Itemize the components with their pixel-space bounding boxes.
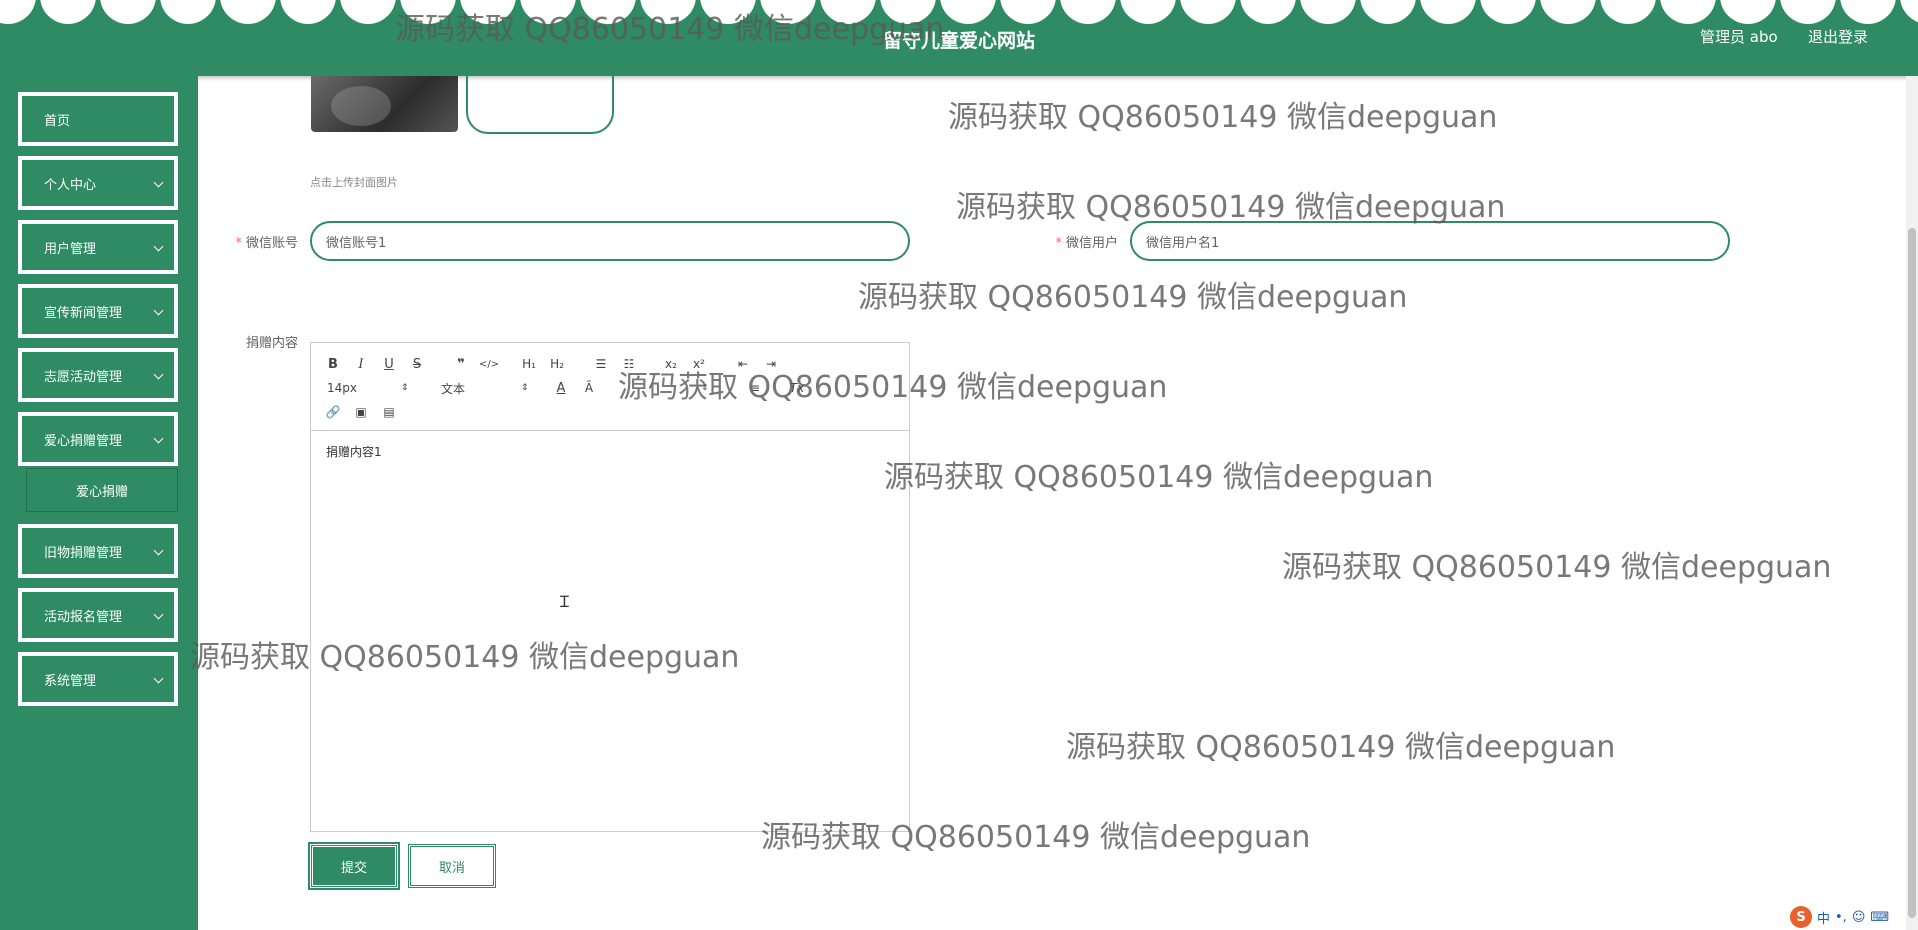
watermark-text: 源码获取 QQ86050149 微信deepguan [884,460,1434,495]
header-scallop-decoration [0,0,1918,24]
image-icon[interactable]: ▣ [351,402,371,422]
wechat-account-label: * 微信账号 [228,232,298,251]
font-family-select[interactable]: ⇕ [611,378,711,398]
current-user-label: 管理员 abo [1700,28,1778,46]
sogou-logo-icon: S [1790,906,1812,928]
image-upload-box[interactable] [466,70,614,134]
watermark-text: 源码获取 QQ86050149 微信deepguan [858,280,1408,315]
editor-toolbar: B I U S ❞ </> H₁ H₂ ☰ ☷ x₂ x² ⇤ ⇥ 14px ⇕… [311,343,909,431]
watermark-text: 源码获取 QQ86050149 微信deepguan [956,190,1506,225]
indent-icon[interactable]: ⇥ [761,354,781,374]
font-color-icon[interactable]: A [551,378,571,398]
site-title: 留守儿童爱心网站 [882,30,1035,52]
sidebar-subitem-label: 爱心捐赠 [75,484,128,500]
strike-icon[interactable]: S [407,354,427,374]
punctuation-icon: •, [1835,909,1847,925]
header-2-icon[interactable]: H₂ [547,354,567,374]
chevron-down-icon [153,305,164,316]
bold-icon[interactable]: B [323,354,343,374]
italic-icon[interactable]: I [351,354,371,374]
donation-content-label: 捐赠内容 [245,336,298,351]
video-icon[interactable]: ▤ [379,402,399,422]
align-icon[interactable]: ≡ [745,378,765,398]
watermark-text: 源码获取 QQ86050149 微信deepguan [1282,550,1832,585]
chevron-down-icon [153,177,164,188]
sidebar-item-volunteer-management[interactable]: 志愿活动管理 [18,348,178,402]
sidebar-item-label: 爱心捐赠管理 [44,433,123,449]
background-color-icon[interactable]: Ā [579,378,599,398]
chevron-down-icon [153,241,164,252]
sidebar-item-personal-center[interactable]: 个人中心 [18,156,178,210]
wechat-user-input[interactable] [1130,221,1730,261]
superscript-icon[interactable]: x² [689,354,709,374]
sidebar-item-news-management[interactable]: 宣传新闻管理 [18,284,178,338]
outdent-icon[interactable]: ⇤ [733,354,753,374]
chevron-down-icon [153,433,164,444]
chevron-down-icon [153,673,164,684]
chevron-down-icon [153,545,164,556]
scrollbar-thumb[interactable] [1908,228,1916,918]
header-1-icon[interactable]: H₁ [519,354,539,374]
underline-icon[interactable]: U [379,354,399,374]
logout-link[interactable]: 退出登录 [1808,26,1868,47]
wechat-account-label-text: 微信账号 [245,236,298,251]
sidebar-item-label: 旧物捐赠管理 [44,545,123,561]
sidebar-item-label: 用户管理 [44,241,97,257]
sidebar-item-home[interactable]: 首页 [18,92,178,146]
sidebar-item-system-management[interactable]: 系统管理 [18,652,178,706]
code-block-icon[interactable]: </> [479,354,499,374]
upload-tip: 点击上传封面图片 [310,176,398,189]
cover-image-preview[interactable] [311,76,458,132]
sidebar-item-signup-management[interactable]: 活动报名管理 [18,588,178,642]
sidebar-item-donation-management[interactable]: 爱心捐赠管理 [18,412,178,466]
ime-mode-label: 中 [1817,911,1831,927]
font-size-value: 14px [327,381,357,395]
cancel-button[interactable]: 取消 [408,844,496,888]
sidebar-item-label: 志愿活动管理 [44,369,123,385]
text-type-select[interactable]: 文本 ⇕ [441,378,531,398]
top-header: 留守儿童爱心网站 管理员 abo 退出登录 [0,0,1918,76]
sidebar-item-label: 活动报名管理 [44,609,123,625]
font-size-select[interactable]: 14px ⇕ [327,378,411,398]
wechat-account-input[interactable] [310,221,910,261]
blockquote-icon[interactable]: ❞ [451,354,471,374]
sidebar-item-label: 首页 [44,113,71,129]
keyboard-icon: ⌨ [1870,909,1890,925]
submit-button[interactable]: 提交 [308,842,400,890]
bullet-list-icon[interactable]: ☷ [619,354,639,374]
sidebar: 首页 个人中心 用户管理 宣传新闻管理 志愿活动管理 爱心捐赠管理 爱心捐赠 旧… [0,76,198,930]
cover-image-figure [331,86,391,126]
required-asterisk: * [235,236,242,251]
select-arrow-icon: ⇕ [701,383,709,393]
rich-text-editor[interactable]: B I U S ❞ </> H₁ H₂ ☰ ☷ x₂ x² ⇤ ⇥ 14px ⇕… [310,342,910,832]
chevron-down-icon [153,609,164,620]
subscript-icon[interactable]: x₂ [661,354,681,374]
select-arrow-icon: ⇕ [401,383,409,393]
required-asterisk: * [1055,236,1062,251]
text-cursor-icon: Ɪ [560,592,569,611]
chevron-down-icon [153,369,164,380]
sidebar-item-user-management[interactable]: 用户管理 [18,220,178,274]
editor-text[interactable]: 捐赠内容1 [326,443,382,460]
sidebar-item-used-goods-management[interactable]: 旧物捐赠管理 [18,524,178,578]
sidebar-subitem-donation[interactable]: 爱心捐赠 [26,468,178,512]
sidebar-item-label: 个人中心 [44,177,97,193]
wechat-user-label-text: 微信用户 [1065,236,1118,251]
link-icon[interactable]: 🔗 [323,402,343,422]
ime-toolbar[interactable]: S 中 •, ☺ ⌨ [1790,904,1918,930]
wechat-user-label: * 微信用户 [1050,232,1118,251]
text-type-value: 文本 [441,381,466,396]
ordered-list-icon[interactable]: ☰ [591,354,611,374]
watermark-text: 源码获取 QQ86050149 微信deepguan [948,100,1498,135]
emoji-icon: ☺ [1851,909,1866,925]
sidebar-item-label: 系统管理 [44,673,97,689]
clean-format-icon[interactable]: Tx [787,378,807,398]
sidebar-item-label: 宣传新闻管理 [44,305,123,321]
select-arrow-icon: ⇕ [521,383,529,393]
watermark-text: 源码获取 QQ86050149 微信deepguan [1066,730,1616,765]
